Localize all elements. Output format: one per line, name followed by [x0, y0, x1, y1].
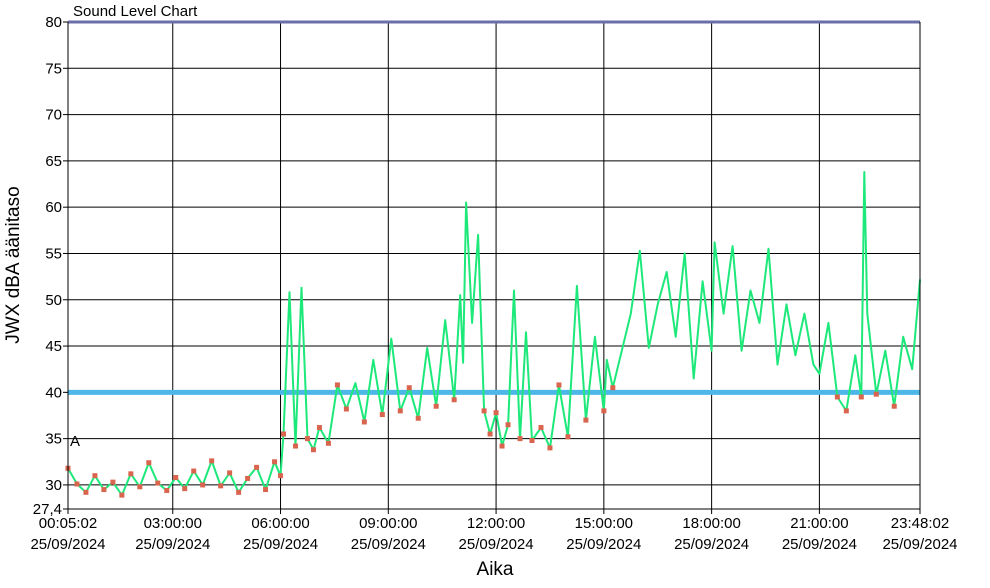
- data-point-marker: [146, 460, 152, 466]
- x-tick-date-label: 25/09/2024: [459, 536, 534, 553]
- data-point-marker: [173, 475, 179, 481]
- marker-label: A: [70, 433, 80, 450]
- data-point-marker: [245, 475, 251, 481]
- data-point-marker: [227, 470, 233, 476]
- y-tick-label: 65: [45, 153, 62, 170]
- x-tick-time-label: 18:00:00: [682, 515, 740, 532]
- x-tick-time-label: 12:00:00: [467, 515, 525, 532]
- data-point-marker: [481, 408, 487, 414]
- data-point-marker: [137, 484, 143, 490]
- x-tick-date-label: 25/09/2024: [243, 536, 318, 553]
- data-point-marker: [128, 471, 134, 477]
- data-point-marker: [209, 458, 215, 464]
- data-point-marker: [858, 394, 864, 400]
- data-point-marker: [343, 406, 349, 412]
- data-point-marker: [83, 489, 89, 495]
- data-point-marker: [610, 385, 616, 391]
- data-point-marker: [236, 489, 242, 495]
- data-point-marker: [310, 447, 316, 453]
- x-tick-time-label: 21:00:00: [790, 515, 848, 532]
- data-point-marker: [505, 422, 511, 428]
- x-axis-label: Aika: [477, 559, 514, 580]
- data-point-marker: [397, 408, 403, 414]
- data-point-marker: [379, 412, 385, 418]
- data-point-marker: [74, 481, 80, 487]
- data-point-marker: [406, 385, 412, 391]
- data-point-marker: [272, 459, 278, 465]
- data-point-marker: [493, 410, 499, 416]
- x-tick-time-label: 09:00:00: [359, 515, 417, 532]
- data-point-marker: [547, 445, 553, 451]
- x-tick-time-label: 03:00:00: [144, 515, 202, 532]
- y-tick-label: 75: [45, 60, 62, 77]
- data-point-marker: [517, 436, 523, 442]
- x-tick-date-label: 25/09/2024: [30, 536, 105, 553]
- data-point-marker: [110, 479, 116, 485]
- data-point-marker: [334, 382, 340, 388]
- x-tick-date-label: 25/09/2024: [674, 536, 749, 553]
- data-point-marker: [325, 440, 331, 446]
- x-tick-date-label: 25/09/2024: [782, 536, 857, 553]
- y-tick-label: 80: [45, 14, 62, 31]
- data-point-marker: [281, 431, 287, 437]
- data-point-marker: [164, 487, 170, 493]
- data-point-marker: [583, 417, 589, 423]
- data-point-marker: [891, 403, 897, 409]
- y-tick-label: 50: [45, 292, 62, 309]
- x-tick-date-label: 25/09/2024: [882, 536, 957, 553]
- data-point-marker: [182, 486, 188, 492]
- axes: [63, 21, 921, 514]
- x-tick-time-label: 00:05:02: [39, 515, 97, 532]
- data-point-marker: [218, 483, 224, 489]
- data-point-marker: [451, 397, 457, 403]
- y-tick-label: 55: [45, 245, 62, 262]
- y-tick-label: 45: [45, 338, 62, 355]
- data-point-marker: [101, 487, 107, 493]
- data-point-marker: [601, 408, 607, 414]
- data-point-marker: [191, 468, 197, 474]
- x-tick-date-label: 25/09/2024: [135, 536, 210, 553]
- data-point-marker: [263, 487, 269, 493]
- data-point-marker: [834, 394, 840, 400]
- data-point-marker: [304, 436, 310, 442]
- y-tick-label: 40: [45, 384, 62, 401]
- data-point-marker: [361, 419, 367, 425]
- data-point-marker: [119, 492, 125, 498]
- data-point-marker: [499, 443, 505, 449]
- data-point-marker: [254, 464, 260, 470]
- data-point-marker: [316, 425, 322, 431]
- tick-labels: 807570656055504540353027,400:05:0225/09/…: [30, 14, 957, 553]
- series-layer: [65, 171, 921, 498]
- x-tick-date-label: 25/09/2024: [351, 536, 426, 553]
- x-tick-date-label: 25/09/2024: [566, 536, 641, 553]
- series-line: [67, 171, 921, 497]
- y-axis-label: JWX dBA äänitaso: [3, 186, 24, 343]
- data-point-marker: [415, 415, 421, 421]
- data-point-marker: [278, 473, 284, 479]
- data-point-marker: [433, 403, 439, 409]
- data-point-marker: [843, 408, 849, 414]
- y-tick-label: 35: [45, 431, 62, 448]
- y-tick-label: 30: [45, 477, 62, 494]
- data-point-marker: [292, 443, 298, 449]
- chart-title: Sound Level Chart: [73, 3, 198, 20]
- grid: [67, 21, 921, 509]
- data-point-marker: [92, 473, 98, 479]
- data-point-marker: [529, 437, 535, 443]
- data-point-marker: [556, 382, 562, 388]
- data-point-marker: [565, 434, 571, 440]
- data-point-marker: [200, 482, 206, 488]
- x-tick-time-label: 15:00:00: [575, 515, 633, 532]
- y-tick-label: 60: [45, 199, 62, 216]
- data-point-marker: [155, 480, 161, 486]
- data-point-marker: [538, 425, 544, 431]
- x-tick-time-label: 06:00:00: [251, 515, 309, 532]
- y-tick-label: 70: [45, 107, 62, 124]
- sound-level-chart: 807570656055504540353027,400:05:0225/09/…: [3, 3, 958, 580]
- data-point-marker: [487, 431, 493, 437]
- data-point-marker: [873, 391, 879, 397]
- x-tick-time-label: 23:48:02: [891, 515, 949, 532]
